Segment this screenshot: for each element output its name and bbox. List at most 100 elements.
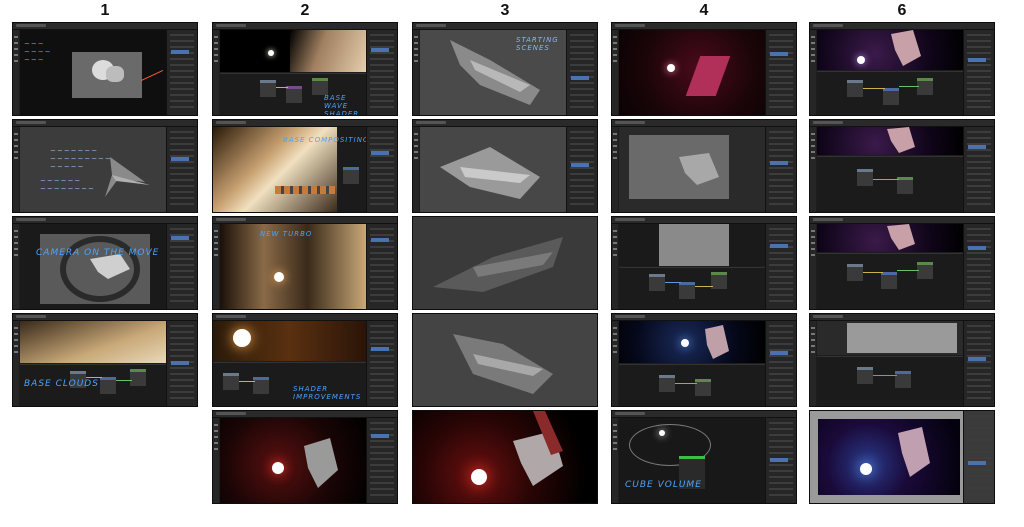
- viewport[interactable]: ~~~ ~~~~ ~~~: [20, 30, 166, 115]
- node-editor[interactable]: [619, 364, 765, 406]
- properties-panel[interactable]: [963, 224, 994, 309]
- viewport[interactable]: ~~~~~~~ ~~~~~~~~~ ~~~~~ ~~~~~~ ~~~~~~~~: [20, 127, 166, 212]
- topbar[interactable]: [413, 23, 597, 30]
- topbar[interactable]: [213, 217, 397, 224]
- properties-panel[interactable]: [366, 127, 397, 212]
- node-icon[interactable]: [649, 274, 665, 291]
- node-icon[interactable]: [659, 375, 675, 392]
- node-icon[interactable]: [897, 177, 913, 194]
- tool-icon[interactable]: [13, 30, 19, 115]
- topbar[interactable]: [213, 411, 397, 418]
- node-editor[interactable]: [817, 71, 963, 115]
- node-editor[interactable]: [817, 156, 963, 212]
- tool-icon[interactable]: [612, 30, 618, 115]
- tool-icon[interactable]: [810, 127, 816, 212]
- node-icon[interactable]: [695, 379, 711, 396]
- node-icon[interactable]: [917, 262, 933, 279]
- properties-panel[interactable]: [366, 418, 397, 503]
- render-view[interactable]: NEW TURBO: [220, 224, 366, 309]
- topbar[interactable]: [13, 23, 197, 30]
- topbar[interactable]: [612, 217, 796, 224]
- viewport[interactable]: [420, 127, 566, 212]
- tool-icon[interactable]: [13, 127, 19, 212]
- render-view[interactable]: [817, 127, 963, 155]
- topbar[interactable]: [810, 314, 994, 321]
- topbar[interactable]: [612, 314, 796, 321]
- properties-panel[interactable]: [765, 321, 796, 406]
- properties-panel[interactable]: [963, 30, 994, 115]
- topbar[interactable]: [612, 23, 796, 30]
- render-view[interactable]: [213, 321, 366, 361]
- tool-icon[interactable]: [612, 127, 618, 212]
- topbar[interactable]: [213, 314, 397, 321]
- tool-icon[interactable]: [612, 321, 618, 406]
- topbar[interactable]: [213, 23, 397, 30]
- node-icon[interactable]: [130, 369, 146, 386]
- render-view[interactable]: [818, 419, 960, 495]
- properties-panel[interactable]: [566, 30, 597, 115]
- properties-panel[interactable]: [765, 224, 796, 309]
- properties-panel[interactable]: [963, 321, 994, 406]
- node-icon[interactable]: [847, 264, 863, 281]
- viewport[interactable]: [619, 224, 765, 266]
- render-view[interactable]: [817, 224, 963, 252]
- tool-icon[interactable]: [13, 321, 19, 406]
- node-editor[interactable]: [817, 356, 963, 406]
- topbar[interactable]: [413, 120, 597, 127]
- properties-panel[interactable]: [765, 30, 796, 115]
- viewport[interactable]: STARTING SCENES: [420, 30, 566, 115]
- node-icon[interactable]: [253, 377, 269, 394]
- properties-panel[interactable]: [166, 321, 197, 406]
- tool-icon[interactable]: [213, 418, 219, 503]
- node-icon[interactable]: [312, 78, 328, 95]
- render-view[interactable]: [817, 30, 963, 70]
- render-view[interactable]: [619, 30, 765, 115]
- properties-panel[interactable]: [765, 418, 796, 503]
- render-view[interactable]: [20, 321, 166, 363]
- viewport[interactable]: [817, 321, 963, 355]
- node-icon[interactable]: [895, 371, 911, 388]
- node-editor[interactable]: [817, 253, 963, 309]
- node-editor[interactable]: BASE WAVE SHADER: [220, 73, 366, 115]
- node-editor[interactable]: SHADER IMPROVEMENTS: [213, 362, 366, 406]
- node-icon[interactable]: [223, 373, 239, 390]
- topbar[interactable]: [810, 23, 994, 30]
- topbar[interactable]: [13, 120, 197, 127]
- properties-panel[interactable]: [366, 224, 397, 309]
- node-icon[interactable]: [100, 377, 116, 394]
- properties-panel[interactable]: [366, 321, 397, 406]
- node-icon[interactable]: [847, 80, 863, 97]
- node-icon[interactable]: [857, 367, 873, 384]
- node-icon[interactable]: [286, 86, 302, 103]
- node-icon[interactable]: [883, 88, 899, 105]
- tool-icon[interactable]: [413, 127, 419, 212]
- properties-panel[interactable]: [166, 30, 197, 115]
- material-swatches[interactable]: [275, 186, 335, 194]
- properties-panel[interactable]: [765, 127, 796, 212]
- viewport[interactable]: [413, 314, 597, 406]
- viewport[interactable]: CUBE VOLUME: [619, 418, 765, 503]
- tool-icon[interactable]: [413, 30, 419, 115]
- tool-icon[interactable]: [612, 224, 618, 309]
- tool-icon[interactable]: [612, 418, 618, 503]
- properties-panel[interactable]: [963, 411, 994, 503]
- node-icon[interactable]: [857, 169, 873, 186]
- node-icon[interactable]: [260, 80, 276, 97]
- properties-panel[interactable]: [166, 127, 197, 212]
- node-editor[interactable]: [619, 267, 765, 309]
- topbar[interactable]: [612, 120, 796, 127]
- properties-panel[interactable]: [963, 127, 994, 212]
- tool-icon[interactable]: [13, 224, 19, 309]
- properties-panel[interactable]: [566, 127, 597, 212]
- viewport[interactable]: [413, 217, 597, 309]
- node-icon[interactable]: [711, 272, 727, 289]
- node-icon[interactable]: [679, 282, 695, 299]
- properties-panel[interactable]: [166, 224, 197, 309]
- tool-icon[interactable]: [810, 224, 816, 309]
- render-view[interactable]: [413, 411, 597, 503]
- render-view[interactable]: [220, 418, 366, 503]
- node-icon[interactable]: [881, 272, 897, 289]
- topbar[interactable]: [13, 217, 197, 224]
- topbar[interactable]: [213, 120, 397, 127]
- tool-icon[interactable]: [810, 30, 816, 115]
